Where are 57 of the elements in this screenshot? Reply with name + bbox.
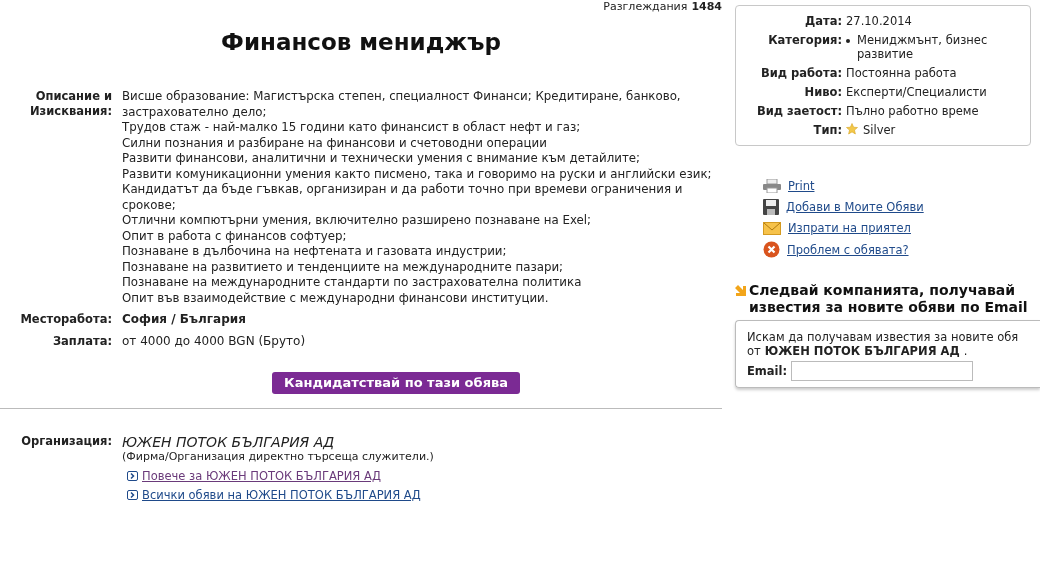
detail-value: Постоянна работа — [846, 66, 957, 80]
arrow-icon — [735, 285, 746, 296]
error-icon — [763, 241, 780, 258]
requirement-text: Силни познания и разбиране на финансови и счетоводни операции — [122, 135, 548, 151]
printer-icon — [763, 179, 781, 193]
detail-value: Експерти/Специалисти — [846, 85, 987, 99]
apply-button[interactable]: Кандидатствай по тази обява — [272, 372, 520, 394]
bullet-icon — [846, 39, 850, 43]
detail-label: Вид работа: — [759, 66, 842, 80]
requirement-text: Трудов стаж - най-малко 15 години като финансист в област нефт и газ; — [122, 120, 582, 136]
arrow-box-icon — [127, 471, 138, 481]
requirement-text: Опит във взаимодействие с международни финансови институции. — [122, 290, 550, 306]
requirement-text: Познаване на международните стандарти по застрахователна политика — [122, 275, 583, 291]
requirement-text: Опит в работа с финансов софтуер; — [122, 228, 348, 244]
requirement-text: Кандидатът да бъде гъвкав, организиран и да работи точно при времеви ограничения и срокове; — [122, 182, 684, 213]
envelope-icon — [763, 221, 781, 235]
company-name: ЮЖЕН ПОТОК БЪЛГАРИЯ АД — [122, 434, 336, 450]
requirement-text: Познаване в дълбочина на нефтената и газовата индустрии; — [122, 244, 508, 260]
detail-value: Пълно работно време — [846, 104, 979, 118]
detail-label: Дата: — [803, 14, 842, 28]
action-link[interactable]: Print — [788, 179, 815, 193]
email-field[interactable] — [791, 361, 974, 381]
company-link[interactable]: Всички обяви на ЮЖЕН ПОТОК БЪЛГАРИЯ АД — [142, 488, 421, 502]
field-label: Заплата: — [51, 334, 112, 349]
detail-value: Silver — [863, 123, 896, 137]
action-link[interactable]: Проблем с обявата? — [787, 242, 909, 257]
requirement-text: Отлични компютърни умения, включително разширено познаване на Exel; — [122, 213, 593, 229]
detail-label: Тип: — [812, 123, 842, 137]
subscribe-heading: Следвай компанията, получавай известия за новите обяви по Email — [749, 282, 1029, 316]
company-link[interactable]: Повече за ЮЖЕН ПОТОК БЪЛГАРИЯ АД — [142, 469, 381, 483]
company-note: (Фирма/Организация директно търсеща служители.) — [122, 450, 435, 464]
email-label: Email: — [747, 364, 788, 378]
field-label: Месторабота: — [19, 312, 112, 327]
detail-label: Ниво: — [803, 85, 842, 99]
salary-value: от 4000 до 4000 BGN (Бруто) — [122, 334, 307, 349]
subscribe-text: Искам да получавам известия за новите обя — [747, 330, 1020, 344]
from-text: от — [747, 344, 761, 358]
action-link[interactable]: Изпрати на приятел — [788, 221, 911, 235]
requirement-text: Висше образование: Магистърска степен, специалност Финанси; Кредитиране, банково, застрахователно дело; — [122, 89, 682, 120]
field-label: Организация: — [20, 434, 112, 450]
period-text: . — [963, 344, 968, 358]
views-label: Разглеждания — [603, 0, 688, 13]
location-value: София / България — [122, 312, 247, 327]
company-name: ЮЖЕН ПОТОК БЪЛГАРИЯ АД — [764, 344, 960, 358]
detail-value: 27.10.2014 — [846, 14, 912, 28]
detail-label: Вид заетост: — [756, 104, 842, 118]
job-title: Финансов мениджър — [220, 29, 502, 57]
field-label: Описание и Изисквания: — [29, 89, 112, 120]
requirement-text: Познаване на развитието и тенденциите на международните пазари; — [122, 259, 565, 275]
action-link[interactable]: Добави в Моите Обяви — [786, 200, 924, 214]
star-icon — [846, 123, 858, 135]
requirement-text: Развити финансови, аналитични и технически умения с внимание към детайлите; — [122, 151, 641, 167]
requirement-text: Развити комуникационни умения както писмено, така и говоримо на руски и английски език; — [122, 166, 712, 182]
views-count: 1484 — [691, 0, 722, 13]
detail-value: Мениджмънт, бизнес развитие — [857, 33, 989, 61]
detail-label: Категория: — [767, 33, 842, 49]
arrow-box-icon — [127, 490, 138, 500]
